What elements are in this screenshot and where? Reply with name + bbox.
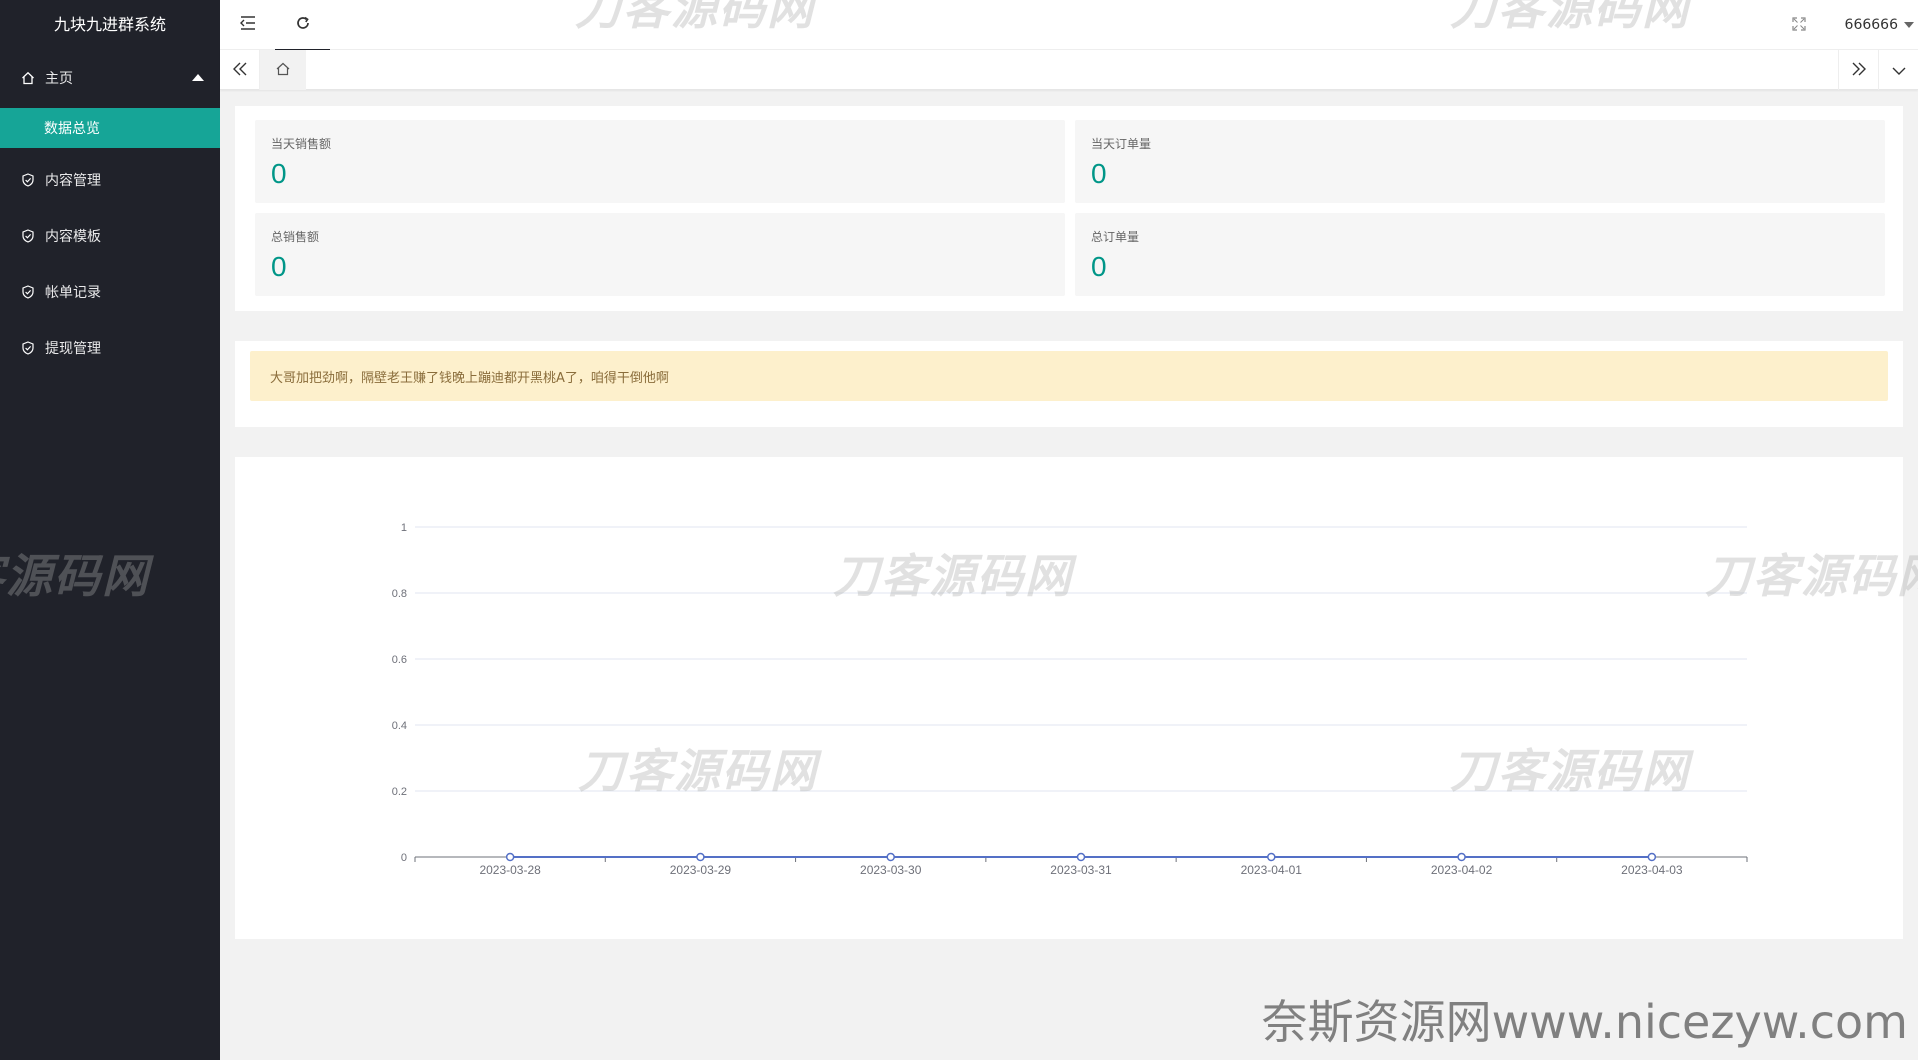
stat-label: 总销售额 [271,230,320,244]
double-chevron-right-icon [1851,61,1867,80]
sidebar-subitem-overview[interactable]: 数据总览 [0,108,220,148]
sidebar-item-home[interactable]: 主页 [0,50,220,106]
fullscreen-button[interactable] [1772,0,1827,50]
chart-card: 0 0.2 0.4 0.6 0.8 1 2023-03-28 2023-03-29 2023-0… [235,457,1903,939]
y-tick-label: 0.2 [392,786,407,798]
data-point [505,852,515,862]
sidebar-item-bills[interactable]: 帐单记录 [0,264,220,320]
sidebar-item-template[interactable]: 内容模板 [0,208,220,264]
menu-fold-icon [239,15,257,35]
data-point [696,852,705,862]
tabs-bar [220,50,1918,90]
stat-today-orders: 当天订单量 0 [1075,120,1885,203]
stat-label: 总订单量 [1091,230,1140,244]
caret-up-icon [192,74,204,81]
username: 666666 [1844,17,1898,33]
y-tick-label: 0.6 [392,654,407,666]
menu-fold-button[interactable] [220,0,275,50]
x-tick-label: 2023-04-01 [1241,863,1303,877]
x-tick-label: 2023-03-28 [479,863,541,877]
sidebar-subitem-label: 数据总览 [44,121,100,137]
site-watermark: 奈斯资源网www.nicezyw.com [1261,995,1908,1049]
sidebar-item-label: 提现管理 [45,341,101,357]
y-tick-label: 0.8 [392,588,407,600]
sidebar: 九块九进群系统 主页 数据总览 内容管理 内容模板 帐单记录 提现管理 [0,0,220,1060]
refresh-icon [295,15,311,35]
notice-banner: 大哥加把劲啊，隔壁老王赚了钱晚上蹦迪都开黑桃A了，咱得干倒他啊 [250,351,1888,401]
sidebar-item-content[interactable]: 内容管理 [0,152,220,208]
shield-check-icon [20,340,36,356]
home-icon [20,70,36,86]
x-tick-label: 2023-04-02 [1431,863,1493,877]
sidebar-item-withdraw[interactable]: 提现管理 [0,320,220,376]
tab-home[interactable] [260,50,306,90]
data-point [1457,852,1466,862]
main-content: 当天销售额 0 当天订单量 0 总销售额 0 总订单量 0 大哥加把劲啊，隔壁老… [220,91,1918,1060]
data-point [886,852,895,862]
tabs-prev-button[interactable] [220,50,260,90]
stat-label: 当天销售额 [271,137,332,151]
shield-check-icon [20,284,36,300]
shield-check-icon [20,228,36,244]
x-tick-label: 2023-04-03 [1621,863,1683,877]
stat-total-sales: 总销售额 0 [255,213,1065,296]
fullscreen-icon [1792,16,1806,35]
stat-total-orders: 总订单量 0 [1075,213,1885,296]
stat-value: 0 [1091,251,1107,282]
chevron-down-icon [1892,61,1906,80]
data-point [1076,852,1086,862]
stat-value: 0 [271,158,287,189]
sidebar-item-label: 主页 [45,71,73,87]
shield-check-icon [20,172,36,188]
tabs-menu-button[interactable] [1878,50,1918,90]
stat-value: 0 [1091,158,1107,189]
x-tick-label: 2023-03-31 [1050,863,1112,877]
tabs-next-button[interactable] [1838,50,1878,90]
y-tick-label: 0.4 [392,720,407,732]
y-tick-label: 0 [401,852,407,864]
double-chevron-left-icon [232,61,248,80]
x-tick-label: 2023-03-30 [860,863,922,877]
sidebar-item-label: 内容管理 [45,173,101,189]
refresh-button[interactable] [275,0,330,51]
x-tick-label: 2023-03-29 [670,863,732,877]
notice-card: 大哥加把劲啊，隔壁老王赚了钱晚上蹦迪都开黑桃A了，咱得干倒他啊 [235,341,1903,427]
stat-label: 当天订单量 [1091,137,1152,151]
data-point [1647,852,1657,862]
sidebar-item-label: 帐单记录 [45,285,101,301]
caret-down-icon [1904,22,1914,28]
user-menu[interactable]: 666666 [1827,17,1918,33]
home-icon [275,61,291,80]
stat-today-sales: 当天销售额 0 [255,120,1065,203]
line-chart: 0 0.2 0.4 0.6 0.8 1 2023-03-28 2023-03-29 2023-0… [392,522,1748,877]
top-header: 666666 [220,0,1918,51]
app-title: 九块九进群系统 [53,15,166,34]
y-tick-label: 1 [401,522,407,534]
stats-card: 当天销售额 0 当天订单量 0 总销售额 0 总订单量 0 [235,106,1903,311]
stat-value: 0 [271,251,287,282]
data-point [1267,852,1276,862]
notice-text: 大哥加把劲啊，隔壁老王赚了钱晚上蹦迪都开黑桃A了，咱得干倒他啊 [270,370,669,386]
sidebar-item-label: 内容模板 [45,229,101,245]
